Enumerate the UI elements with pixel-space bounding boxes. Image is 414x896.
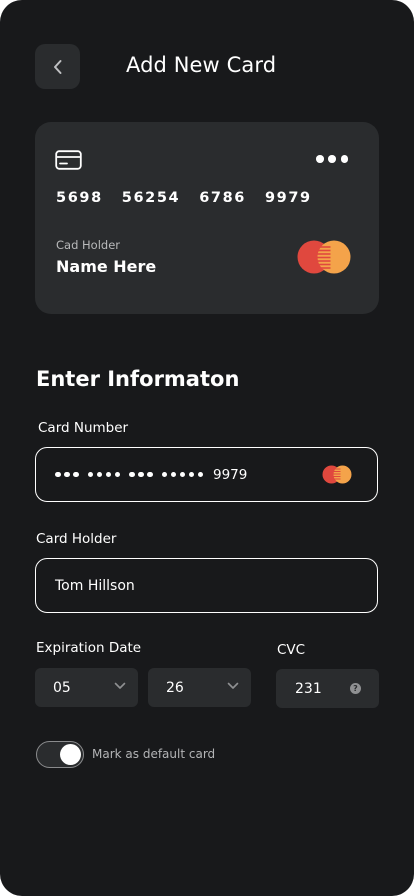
card-holder-value: Tom Hillson	[55, 577, 135, 594]
card-number-group: 5698	[56, 190, 103, 206]
cvc-field[interactable]: 231 ?	[276, 669, 379, 708]
help-icon[interactable]: ?	[350, 683, 361, 694]
card-number-display: 5698 56254 6786 9979	[56, 190, 312, 206]
cvc-value: 231	[295, 680, 322, 697]
card-number-group: 6786	[199, 190, 246, 206]
chevron-down-icon	[114, 682, 126, 689]
card-number-label: Card Number	[38, 420, 129, 436]
expiration-year-value: 26	[166, 679, 184, 696]
card-last-four: 9979	[213, 466, 248, 483]
default-card-toggle[interactable]	[36, 741, 84, 768]
section-title: Enter Informaton	[36, 367, 240, 391]
back-button[interactable]	[35, 44, 80, 89]
cvc-label: CVC	[277, 642, 306, 658]
default-card-label: Mark as default card	[92, 747, 216, 761]
masked-dots	[161, 471, 203, 478]
mastercard-icon	[322, 465, 352, 484]
card-number-group: 9979	[264, 190, 312, 206]
masked-dots	[87, 471, 120, 478]
card-holder-field[interactable]: Tom Hillson	[35, 558, 378, 613]
masked-dots	[129, 471, 153, 478]
page-title: Add New Card	[126, 53, 277, 77]
card-holder-field-label: Card Holder	[36, 531, 117, 547]
more-dots-icon[interactable]	[316, 151, 348, 167]
expiration-year-select[interactable]: 26	[148, 668, 251, 707]
card-holder-name: Name Here	[56, 257, 157, 276]
expiration-month-select[interactable]: 05	[35, 668, 138, 707]
card-holder-label: Cad Holder	[56, 238, 121, 252]
phone-screen: Add New Card 5698 56254 6786 9979 Cad Ho…	[0, 0, 414, 896]
chevron-left-icon	[53, 59, 61, 74]
card-number-group: 56254	[121, 190, 181, 206]
toggle-knob	[60, 744, 81, 765]
expiration-month-value: 05	[53, 679, 71, 696]
expiration-date-label: Expiration Date	[36, 640, 142, 656]
chevron-down-icon	[227, 682, 239, 689]
card-preview: 5698 56254 6786 9979 Cad Holder Name Her…	[35, 122, 379, 314]
mastercard-logo	[297, 240, 351, 274]
masked-card-number: 9979	[55, 467, 247, 483]
card-number-field[interactable]: 9979	[35, 447, 378, 502]
masked-dots	[55, 471, 79, 478]
credit-card-icon	[55, 150, 82, 170]
